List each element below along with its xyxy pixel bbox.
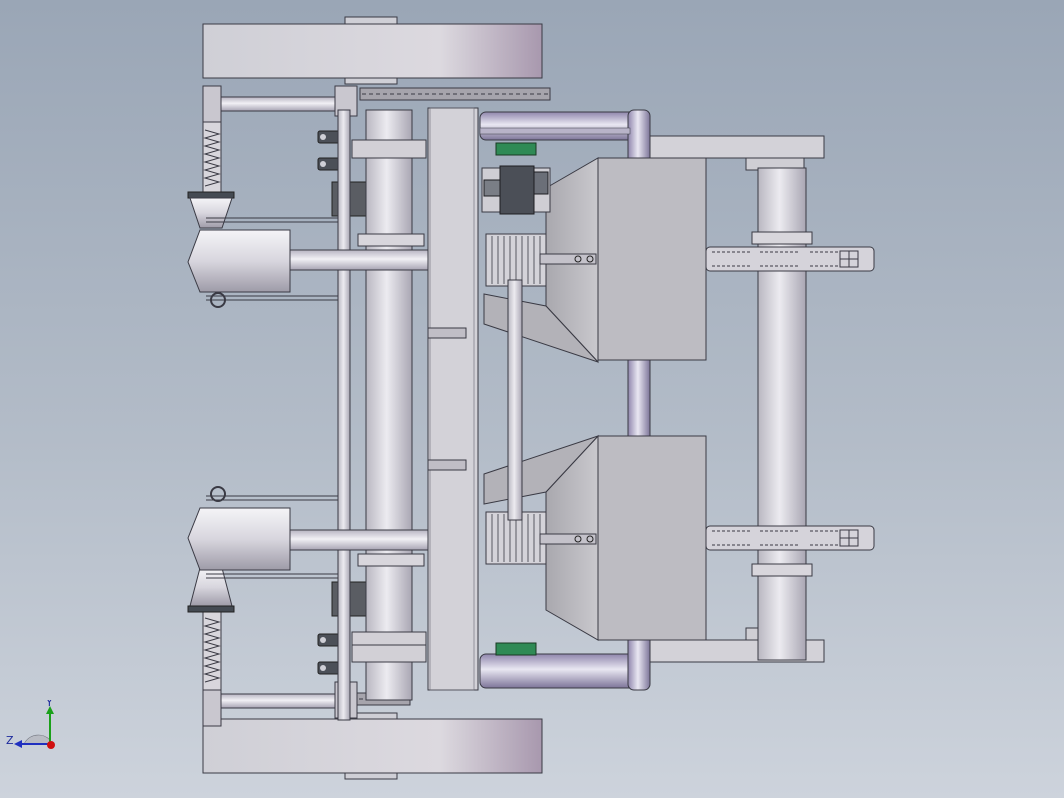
upper-suspension-spring <box>202 121 222 193</box>
left-upright-rod <box>337 109 351 721</box>
upper-green-bearing <box>495 142 537 156</box>
central-frame-plate[interactable] <box>427 107 479 691</box>
z-axis-label: Z <box>6 734 14 747</box>
bolt-group-bottom <box>317 633 341 675</box>
lower-funnel[interactable] <box>187 567 235 613</box>
y-axis-label: Y <box>45 700 53 709</box>
top-drive-drum[interactable] <box>202 16 543 85</box>
top-drive-chain <box>359 87 551 101</box>
lower-green-bearing <box>495 642 537 656</box>
upper-funnel[interactable] <box>187 191 235 229</box>
rear-vertical-cylinder[interactable] <box>751 167 813 661</box>
cad-viewport[interactable] <box>0 0 1064 798</box>
bolt-group-top <box>317 130 341 171</box>
upper-rear-chain-bar[interactable] <box>705 246 875 272</box>
center-drive-shaft <box>507 279 523 521</box>
lower-rear-chain-bar[interactable] <box>705 525 875 551</box>
x-axis-dot <box>47 741 55 749</box>
upper-hanger-arm[interactable] <box>202 85 358 123</box>
bottom-drive-drum[interactable] <box>202 712 543 780</box>
orientation-triad: Y Z <box>6 700 55 749</box>
lower-suspension-spring <box>202 611 222 691</box>
gearbox[interactable] <box>481 165 551 215</box>
